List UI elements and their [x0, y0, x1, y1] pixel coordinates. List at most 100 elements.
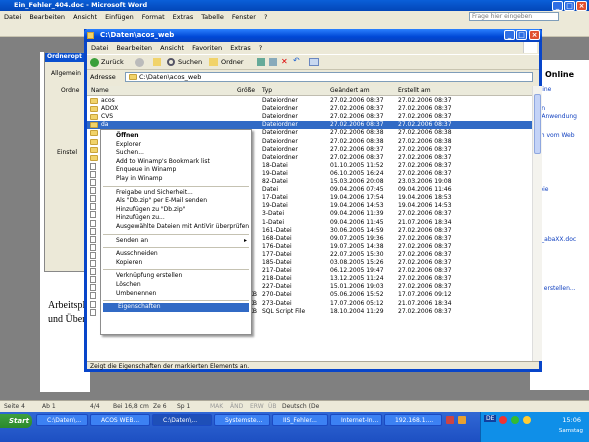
exp-menu-bearbeiten[interactable]: Bearbeiten: [112, 42, 156, 52]
cell-type: 273-Datei: [262, 299, 292, 307]
context-menu-item[interactable]: Hinzufügen zu "Db.zip": [101, 206, 251, 215]
menu-einfuegen[interactable]: Einfügen: [101, 11, 138, 21]
tray-icon-network[interactable]: [511, 416, 519, 424]
context-menu-item[interactable]: Hinzufügen zu...: [101, 214, 251, 223]
file-icon: [90, 211, 96, 219]
exp-menu-datei[interactable]: Datei: [87, 42, 112, 52]
cell-mod: 27.02.2006 08:37: [330, 153, 384, 161]
up-folder-icon[interactable]: [153, 58, 161, 66]
context-menu-item[interactable]: Explorer: [101, 141, 251, 150]
delete-icon[interactable]: ✕: [281, 57, 288, 66]
context-menu-label: Hinzufügen zu...: [116, 214, 165, 222]
close-button[interactable]: ×: [576, 1, 587, 11]
forward-button[interactable]: [135, 58, 144, 67]
menu-datei[interactable]: Datei: [0, 11, 25, 21]
copy-to-icon[interactable]: [269, 58, 277, 66]
exp-menu-favoriten[interactable]: Favoriten: [188, 42, 226, 52]
file-icon: [90, 276, 96, 284]
address-input[interactable]: C:\Daten\acos_web: [125, 72, 533, 82]
cell-type: 18-Datei: [262, 161, 288, 169]
menu-format[interactable]: Format: [138, 11, 169, 21]
explorer-maximize-button[interactable]: □: [516, 30, 527, 40]
minimize-button[interactable]: _: [552, 1, 563, 11]
context-menu-item[interactable]: Eigenschaften: [103, 303, 249, 312]
col-created[interactable]: Erstellt am: [398, 87, 431, 94]
context-menu-item[interactable]: Löschen: [101, 281, 251, 290]
explorer-minimize-button[interactable]: _: [504, 30, 515, 40]
cell-type: Dateiordner: [262, 113, 298, 121]
context-menu-item[interactable]: Add to Winamp's Bookmark list: [101, 158, 251, 167]
folder-row[interactable]: CVS Dateiordner 27.02.2006 08:37 27.02.2006…: [87, 113, 532, 121]
taskbar-button-6[interactable]: Internet-In...: [330, 414, 382, 426]
move-to-icon[interactable]: [257, 58, 265, 66]
col-name[interactable]: Name: [91, 87, 109, 94]
folder-row[interactable]: ADOX Dateiordner 27.02.2006 08:37 27.02.200…: [87, 105, 532, 113]
back-button[interactable]: Zurück: [101, 58, 124, 66]
cell-type: 270-Datei: [262, 291, 292, 299]
context-menu-item[interactable]: Umbenennen: [101, 290, 251, 299]
menu-tabelle[interactable]: Tabelle: [197, 11, 228, 21]
language-indicator[interactable]: DE: [484, 415, 497, 422]
context-menu-item[interactable]: Freigabe und Sicherheit...: [101, 189, 251, 198]
exp-menu-extras[interactable]: Extras: [226, 42, 255, 52]
col-type[interactable]: Typ: [262, 87, 272, 94]
context-menu-item[interactable]: Als "Db.zip" per E-Mail senden: [101, 197, 251, 206]
file-icon: [90, 203, 96, 211]
exp-menu-ansicht[interactable]: Ansicht: [156, 42, 188, 52]
context-menu-label: Eigenschaften: [118, 303, 161, 311]
cell-type: Dateiordner: [262, 145, 298, 153]
status-aend: ÄND: [230, 403, 244, 410]
antivir-icon[interactable]: [499, 416, 507, 424]
undo-icon[interactable]: ↶: [293, 56, 300, 65]
context-menu-item[interactable]: Play in Winamp: [101, 175, 251, 184]
tray-icon-misc[interactable]: [523, 416, 531, 424]
cell-type: Dateiordner: [262, 121, 298, 129]
context-menu-item[interactable]: Suchen...: [101, 149, 251, 158]
context-menu-item[interactable]: Senden an ▸: [101, 237, 251, 246]
taskbar-button-5[interactable]: IIS_Fehler...: [272, 414, 328, 426]
cell-mod: 19.04.2006 14:53: [330, 202, 384, 210]
status-pages: 4/4: [90, 403, 100, 410]
cell-created: 27.02.2006 08:37: [398, 250, 452, 258]
cell-created: 27.02.2006 08:38: [398, 137, 452, 145]
help-search-input[interactable]: Frage hier eingeben: [469, 12, 559, 21]
context-menu-item[interactable]: Enqueue in Winamp: [101, 166, 251, 175]
folders-button[interactable]: Ordner: [221, 58, 244, 66]
menu-fenster[interactable]: Fenster: [228, 11, 260, 21]
clock-time[interactable]: 15:06: [562, 416, 581, 424]
scrollbar-thumb[interactable]: [534, 94, 541, 154]
search-button[interactable]: Suchen: [178, 58, 202, 66]
taskbar-button-3[interactable]: C:\Daten\...: [152, 414, 212, 426]
context-menu-item[interactable]: Kopieren: [101, 259, 251, 268]
col-modified[interactable]: Geändert am: [330, 87, 370, 94]
taskbar-button-7[interactable]: 192.168.1....: [384, 414, 442, 426]
context-menu-item[interactable]: Ausschneiden: [101, 250, 251, 259]
taskbar-button-1[interactable]: C:\Daten\...: [36, 414, 88, 426]
start-button[interactable]: Start: [0, 414, 32, 428]
menu-ansicht[interactable]: Ansicht: [69, 11, 101, 21]
submenu-arrow-icon: ▸: [243, 236, 247, 244]
col-size[interactable]: Größe: [237, 87, 255, 94]
context-menu-label: Suchen...: [116, 149, 144, 157]
menu-extras[interactable]: Extras: [169, 11, 198, 21]
context-menu-item[interactable]: Ausgewählte Dateien mit AntiVir überprüf…: [101, 223, 251, 232]
maximize-button[interactable]: □: [564, 1, 575, 11]
cell-name: acos: [101, 97, 115, 104]
taskbar-button-2[interactable]: ACOS WEB...: [90, 414, 150, 426]
context-menu-item[interactable]: Öffnen: [101, 132, 251, 141]
quicklaunch-icon[interactable]: [446, 416, 454, 424]
vertical-scrollbar[interactable]: [532, 86, 542, 361]
exp-menu-help[interactable]: ?: [255, 42, 266, 52]
views-icon[interactable]: [309, 58, 319, 66]
menu-bearbeiten[interactable]: Bearbeiten: [25, 11, 69, 21]
file-icon: [90, 292, 96, 300]
quicklaunch-icon-2[interactable]: [458, 416, 466, 424]
word-title-bar: Ein_Fehler_404.doc - Microsoft Word _ □ …: [0, 0, 589, 11]
taskbar-button-4[interactable]: Systemste...: [214, 414, 270, 426]
cell-created: 27.02.2006 08:37: [398, 259, 452, 266]
explorer-close-button[interactable]: ×: [529, 30, 540, 40]
menu-help[interactable]: ?: [260, 11, 271, 21]
context-menu-item[interactable]: Verknüpfung erstellen: [101, 272, 251, 281]
cell-mod: 27.02.2006 08:38: [330, 137, 384, 145]
folder-row[interactable]: acos Dateiordner 27.02.2006 08:37 27.02.200…: [87, 97, 532, 105]
